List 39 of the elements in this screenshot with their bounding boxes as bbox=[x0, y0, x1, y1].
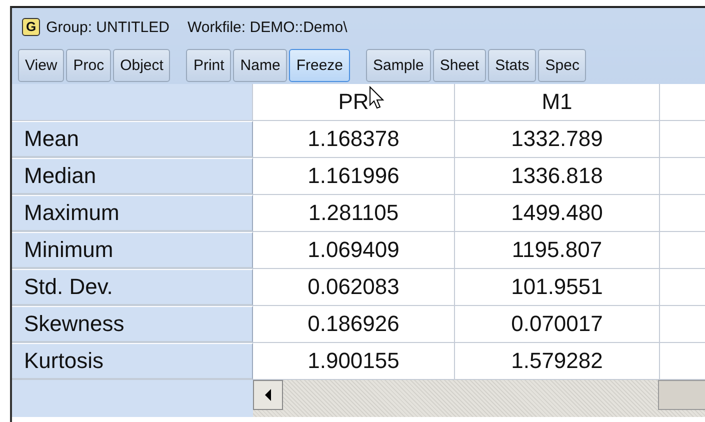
workfile-label: Workfile: DEMO::Demo\ bbox=[188, 18, 348, 36]
row-label: Skewness bbox=[12, 306, 253, 343]
table-cell: 0.070017 bbox=[455, 306, 660, 343]
window-title: Group: UNTITLED bbox=[46, 18, 170, 36]
table-cell: 1195.807 bbox=[455, 232, 660, 269]
table-cell: 1.161996 bbox=[253, 158, 455, 195]
scroll-left-button[interactable] bbox=[253, 380, 283, 410]
scroll-thumb[interactable] bbox=[658, 380, 705, 410]
toolbar-button[interactable]: Spec bbox=[538, 48, 586, 82]
row-label: Median bbox=[12, 158, 253, 195]
toolbar-button[interactable]: Proc bbox=[66, 48, 112, 82]
table-cell: 1336.818 bbox=[455, 158, 660, 195]
toolbar-button[interactable]: View bbox=[18, 48, 64, 82]
table-cell: 1.281105 bbox=[253, 195, 455, 232]
toolbar-button[interactable]: Sheet bbox=[432, 48, 486, 82]
horizontal-scrollbar[interactable] bbox=[253, 380, 705, 417]
mouse-cursor-icon bbox=[369, 86, 385, 110]
toolbar-button[interactable]: Name bbox=[233, 48, 288, 82]
table-cell: 1.168378 bbox=[253, 121, 455, 158]
row-label: Maximum bbox=[12, 195, 253, 232]
toolbar-button[interactable]: Print bbox=[186, 48, 232, 82]
table-cell: 1499.480 bbox=[455, 195, 660, 232]
table-cell: 1.069409 bbox=[253, 232, 455, 269]
toolbar-button[interactable]: Sample bbox=[366, 48, 431, 82]
toolbar-button[interactable]: Freeze bbox=[289, 48, 350, 82]
column-header: PR bbox=[253, 84, 455, 121]
row-label: Mean bbox=[12, 121, 253, 158]
column-header: M1 bbox=[455, 84, 660, 121]
group-badge: G bbox=[22, 18, 40, 36]
table-cell: 1332.789 bbox=[455, 121, 660, 158]
row-label: Kurtosis bbox=[12, 343, 253, 380]
row-label: Std. Dev. bbox=[12, 269, 253, 306]
toolbar-button[interactable]: Object bbox=[113, 48, 170, 82]
left-arrow-icon bbox=[263, 389, 273, 401]
toolbar-button[interactable]: Stats bbox=[488, 48, 536, 82]
table-cell: 0.186926 bbox=[253, 306, 455, 343]
row-label: Minimum bbox=[12, 232, 253, 269]
table-cell: 0.062083 bbox=[253, 269, 455, 306]
table-cell: 101.9551 bbox=[455, 269, 660, 306]
